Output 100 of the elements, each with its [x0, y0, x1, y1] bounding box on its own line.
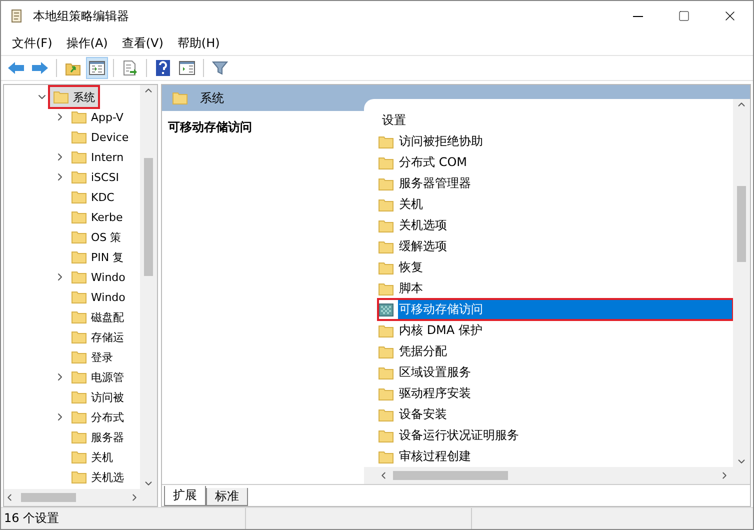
folder-icon — [71, 370, 87, 384]
folder-icon — [71, 130, 87, 144]
setting-icon — [378, 302, 394, 316]
settings-item[interactable]: 区域设置服务 — [378, 362, 733, 383]
tree-item[interactable]: Windo — [68, 287, 128, 307]
forward-arrow-icon — [31, 61, 49, 75]
column-header[interactable]: 设置 — [378, 109, 733, 131]
folder-icon — [378, 240, 394, 254]
header-title: 系统 — [200, 90, 224, 106]
status-text: 16 个设置 — [1, 508, 246, 529]
menu-item[interactable]: 文件(F) — [5, 32, 60, 54]
scroll-thumb[interactable] — [393, 471, 508, 480]
folder-icon — [53, 90, 69, 104]
folder-icon — [378, 450, 394, 464]
tree-item[interactable]: 电源管 — [68, 367, 127, 387]
tree-item[interactable]: 分布式 — [68, 407, 127, 427]
folder-icon — [71, 270, 87, 284]
tree-item[interactable]: 访问被 — [68, 387, 127, 407]
folder-icon — [378, 176, 394, 190]
settings-item[interactable]: 关机 — [378, 194, 733, 215]
tree-item[interactable]: KDC — [68, 187, 118, 207]
tree-item[interactable]: 关机选 — [68, 467, 127, 487]
folder-icon — [172, 91, 188, 105]
vertical-scrollbar[interactable] — [733, 99, 750, 467]
tree-item[interactable]: Device — [68, 127, 132, 147]
folder-icon — [71, 470, 87, 484]
folder-icon — [71, 410, 87, 424]
tree-item[interactable]: 关机 — [68, 447, 116, 467]
view-tab[interactable]: 扩展 — [164, 486, 206, 506]
tree-pane-icon — [89, 61, 105, 75]
folder-icon — [71, 250, 87, 264]
folder-icon — [378, 218, 394, 232]
folder-icon — [378, 324, 394, 338]
tree-item[interactable]: Intern — [68, 147, 127, 167]
settings-item[interactable]: 缓解选项 — [378, 236, 733, 257]
action-pane-icon — [179, 61, 195, 75]
scroll-thumb[interactable] — [144, 158, 153, 276]
view-tab[interactable]: 标准 — [206, 488, 248, 506]
folder-icon — [71, 390, 87, 404]
export-list-icon — [122, 60, 138, 76]
vertical-scrollbar[interactable] — [140, 85, 157, 489]
folder-icon — [378, 366, 394, 380]
back-arrow-icon — [7, 61, 25, 75]
scroll-thumb[interactable] — [737, 186, 746, 262]
folder-icon — [378, 260, 394, 274]
tree-item[interactable]: iSCSI — [68, 167, 122, 187]
folder-icon — [71, 350, 87, 364]
menu-item[interactable]: 操作(A) — [59, 32, 115, 54]
folder-icon — [71, 110, 87, 124]
tree-item[interactable]: 登录 — [68, 347, 116, 367]
settings-item[interactable]: 驱动程序安装 — [378, 383, 733, 404]
folder-icon — [378, 198, 394, 212]
menu-item[interactable]: 查看(V) — [114, 32, 170, 54]
settings-item[interactable]: 凭据分配 — [378, 341, 733, 362]
tree-item[interactable]: 磁盘配 — [68, 307, 127, 327]
scroll-thumb[interactable] — [21, 493, 76, 502]
filter-icon — [212, 60, 228, 76]
folder-icon — [71, 230, 87, 244]
folder-icon — [71, 190, 87, 204]
folder-icon — [71, 450, 87, 464]
tree-item[interactable]: Kerbe — [68, 207, 126, 227]
folder-icon — [378, 156, 394, 170]
menu-item[interactable]: 帮助(H) — [170, 32, 227, 54]
settings-item[interactable]: 服务器管理器 — [378, 173, 733, 194]
folder-icon — [71, 210, 87, 224]
folder-icon — [378, 408, 394, 422]
maximize-icon — [678, 10, 690, 22]
settings-item[interactable]: 审核过程创建 — [378, 446, 733, 467]
folder-icon — [71, 330, 87, 344]
settings-item[interactable]: 访问被拒绝协助 — [378, 131, 733, 152]
tree-item[interactable]: Windo — [68, 267, 128, 287]
settings-item[interactable]: 设备运行状况证明服务 — [378, 425, 733, 446]
tree-item[interactable]: 服务器 — [68, 427, 127, 447]
settings-item[interactable]: 内核 DMA 保护 — [378, 320, 733, 341]
folder-icon — [71, 430, 87, 444]
horizontal-scrollbar[interactable] — [364, 467, 750, 484]
tree-item[interactable]: OS 策 — [68, 227, 124, 247]
folder-icon — [378, 282, 394, 296]
horizontal-scrollbar[interactable] — [4, 489, 157, 506]
toolbar-button[interactable] — [86, 57, 108, 79]
folder-icon — [378, 344, 394, 358]
settings-item[interactable]: 分布式 COM — [378, 152, 733, 173]
folder-icon — [378, 134, 394, 148]
description-title: 可移动存储访问 — [168, 120, 252, 134]
folder-icon — [71, 150, 87, 164]
help-icon — [156, 60, 170, 76]
tree-item[interactable]: App-V — [68, 107, 126, 127]
tree-item[interactable]: PIN 复 — [68, 247, 127, 267]
folder-icon — [378, 428, 394, 442]
tree-item[interactable]: 系统 — [50, 87, 98, 107]
folder-icon — [71, 290, 87, 304]
tree-item[interactable]: 存储运 — [68, 327, 127, 347]
settings-item[interactable]: 设备安装 — [378, 404, 733, 425]
settings-item[interactable]: 恢复 — [378, 257, 733, 278]
window-title: 本地组策略编辑器 — [33, 8, 130, 24]
folder-icon — [71, 170, 87, 184]
settings-item[interactable]: 脚本 — [378, 278, 733, 299]
folder-icon — [71, 310, 87, 324]
settings-item[interactable]: 关机选项 — [378, 215, 733, 236]
folder-icon — [378, 386, 394, 400]
